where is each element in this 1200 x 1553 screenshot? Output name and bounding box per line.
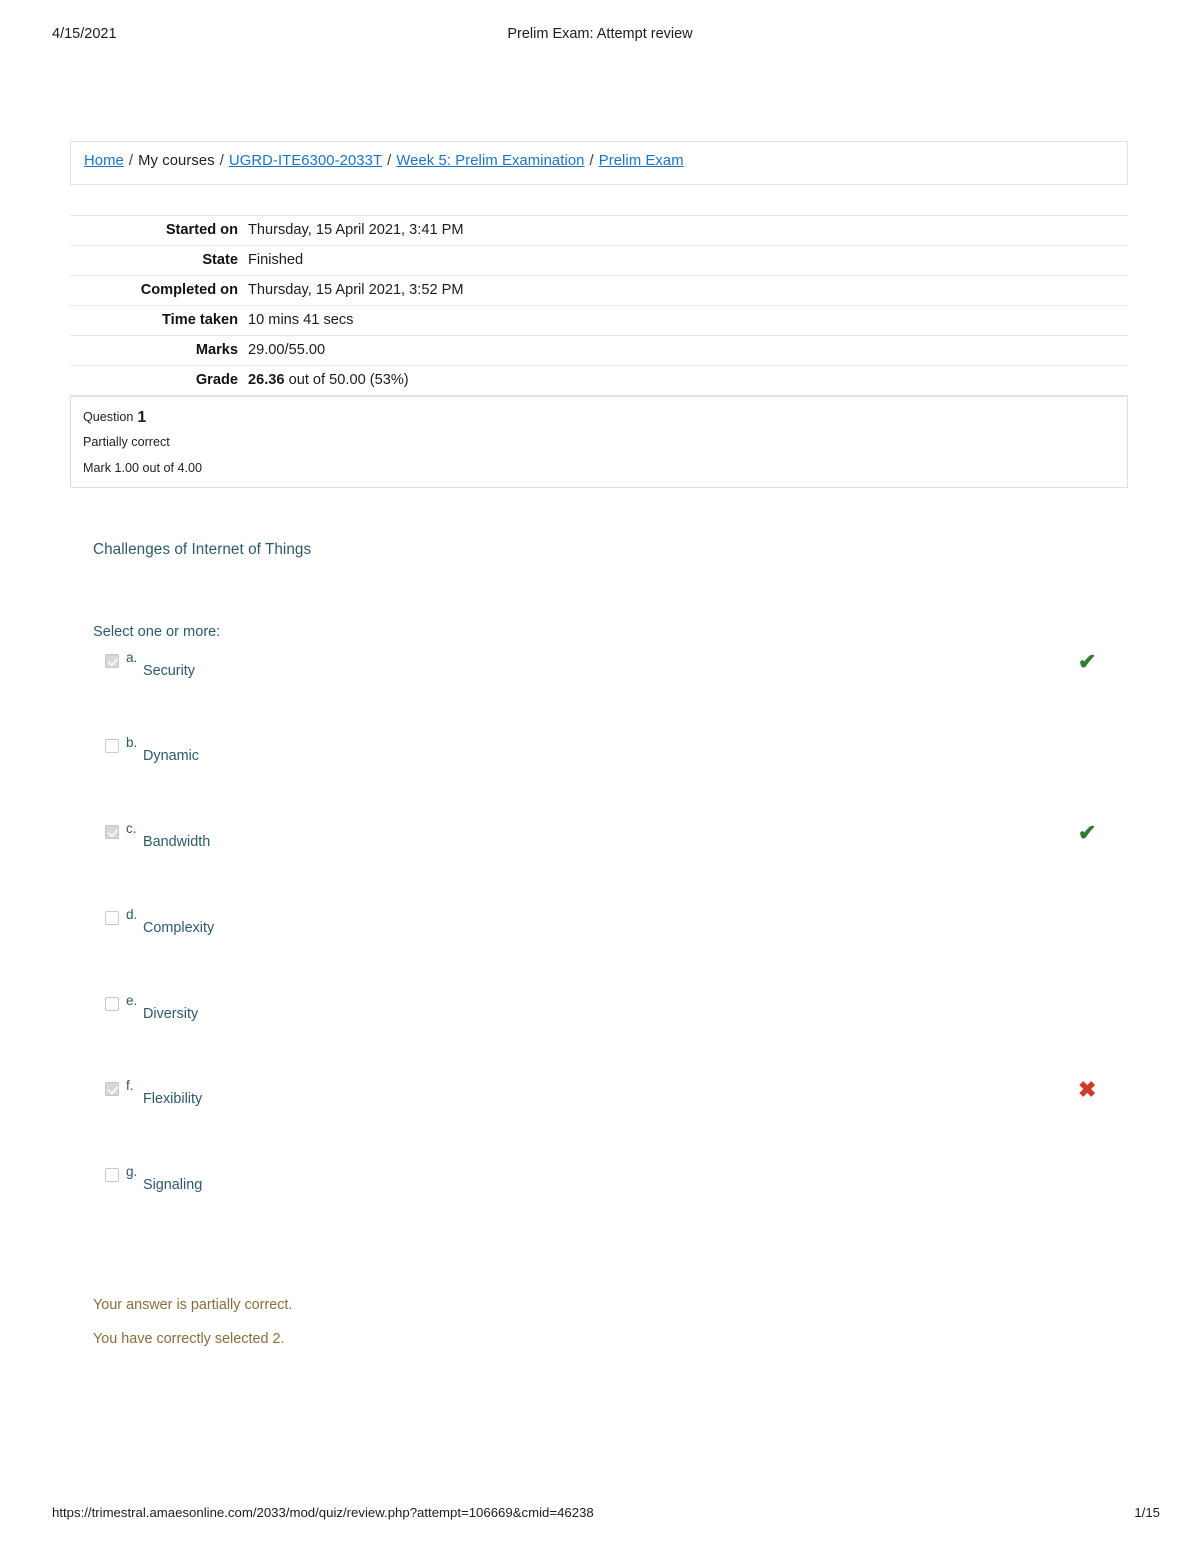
table-row: Marks 29.00/55.00 [70, 335, 1128, 366]
print-title: Prelim Exam: Attempt review [507, 26, 693, 42]
option-label-g: Signaling [143, 1177, 203, 1193]
breadcrumb-item-quiz[interactable]: Prelim Exam [599, 153, 684, 169]
question-state: Partially correct [83, 435, 170, 449]
grade-score: 26.36 [248, 372, 285, 388]
answer-prompt: Select one or more: [93, 624, 221, 640]
option-letter-g: g. [126, 1164, 138, 1179]
question-text: Challenges of Internet of Things [93, 541, 312, 558]
summary-label-marks: Marks [195, 342, 238, 358]
checkbox-option-c[interactable] [105, 825, 119, 839]
question-number: 1 [137, 409, 147, 426]
summary-value-state: Finished [248, 252, 304, 268]
option-row-f[interactable]: f. Flexibility ✖ [0, 1078, 1200, 1162]
table-row: State Finished [70, 245, 1128, 276]
breadcrumb: Home / My courses / UGRD-ITE6300-2033T / Week … [70, 141, 1128, 185]
checkbox-option-f[interactable] [105, 1082, 119, 1096]
summary-label-started-on: Started on [165, 222, 238, 238]
footer-page-number: 1/15 [1134, 1505, 1160, 1520]
grade-detail: out of 50.00 (53%) [288, 372, 409, 388]
print-header: 4/15/2021 Prelim Exam: Attempt review [0, 26, 1200, 46]
option-row-c[interactable]: c. Bandwidth ✔ [0, 821, 1200, 905]
option-row-g[interactable]: g. Signaling [0, 1164, 1200, 1248]
option-label-b: Dynamic [143, 748, 199, 764]
option-label-c: Bandwidth [143, 834, 211, 850]
feedback-correct-count: You have correctly selected 2. [93, 1331, 285, 1347]
breadcrumb-item-home[interactable]: Home [84, 153, 124, 169]
option-label-a: Security [143, 663, 195, 679]
feedback-overall: Your answer is partially correct. [93, 1297, 293, 1313]
footer-url: https://trimestral.amaesonline.com/2033/… [52, 1505, 594, 1520]
checkbox-option-g[interactable] [105, 1168, 119, 1182]
option-label-e: Diversity [143, 1006, 199, 1022]
summary-value-marks: 29.00/55.00 [248, 342, 326, 358]
option-row-e[interactable]: e. Diversity [0, 993, 1200, 1077]
checkbox-option-a[interactable] [105, 654, 119, 668]
breadcrumb-separator: / [128, 153, 134, 169]
option-row-a[interactable]: a. Security ✔ [0, 650, 1200, 734]
option-label-d: Complexity [143, 920, 215, 936]
checkbox-option-d[interactable] [105, 911, 119, 925]
checkbox-option-e[interactable] [105, 997, 119, 1011]
table-row: Time taken 10 mins 41 secs [70, 305, 1128, 336]
breadcrumb-item-course[interactable]: UGRD-ITE6300-2033T [229, 153, 382, 169]
option-row-b[interactable]: b. Dynamic [0, 735, 1200, 819]
table-row: Grade 26.36 out of 50.00 (53%) [70, 365, 1128, 396]
summary-value-started-on: Thursday, 15 April 2021, 3:41 PM [248, 222, 464, 238]
option-letter-c: c. [126, 821, 137, 836]
summary-label-grade: Grade [195, 372, 238, 388]
option-letter-b: b. [126, 735, 138, 750]
question-number-row: Question 1 [83, 409, 146, 427]
summary-value-grade: 26.36 out of 50.00 (53%) [248, 366, 1128, 396]
option-letter-d: d. [126, 907, 138, 922]
summary-value-completed-on: Thursday, 15 April 2021, 3:52 PM [248, 282, 464, 298]
breadcrumb-item-week[interactable]: Week 5: Prelim Examination [396, 153, 584, 169]
option-letter-a: a. [126, 650, 138, 665]
breadcrumb-item-my-courses: My courses [138, 153, 215, 169]
incorrect-cross-icon-f: ✖ [1078, 1077, 1097, 1102]
print-footer: https://trimestral.amaesonline.com/2033/… [0, 1505, 1200, 1525]
correct-check-icon-a: ✔ [1078, 649, 1097, 674]
breadcrumb-separator: / [387, 153, 392, 169]
correct-check-icon-c: ✔ [1078, 820, 1097, 845]
option-row-d[interactable]: d. Complexity [0, 907, 1200, 991]
option-letter-f: f. [126, 1078, 134, 1093]
table-row: Started on Thursday, 15 April 2021, 3:41… [70, 215, 1128, 246]
summary-label-time-taken: Time taken [162, 312, 238, 328]
question-word: Question [83, 410, 134, 424]
table-row: Completed on Thursday, 15 April 2021, 3:… [70, 275, 1128, 306]
breadcrumb-separator: / [219, 153, 224, 169]
option-label-f: Flexibility [143, 1091, 203, 1107]
summary-label-state: State [202, 252, 238, 268]
attempt-summary-table: Started on Thursday, 15 April 2021, 3:41… [70, 215, 1128, 396]
question-info-box: Question 1 Partially correct Mark 1.00 ou… [70, 396, 1128, 488]
summary-label-completed-on: Completed on [140, 282, 238, 298]
option-letter-e: e. [126, 993, 138, 1008]
breadcrumb-separator: / [589, 153, 594, 169]
breadcrumb-list: Home / My courses / UGRD-ITE6300-2033T / Week … [84, 153, 684, 169]
summary-value-time-taken: 10 mins 41 secs [248, 312, 354, 328]
question-mark: Mark 1.00 out of 4.00 [83, 461, 203, 475]
checkbox-option-b[interactable] [105, 739, 119, 753]
